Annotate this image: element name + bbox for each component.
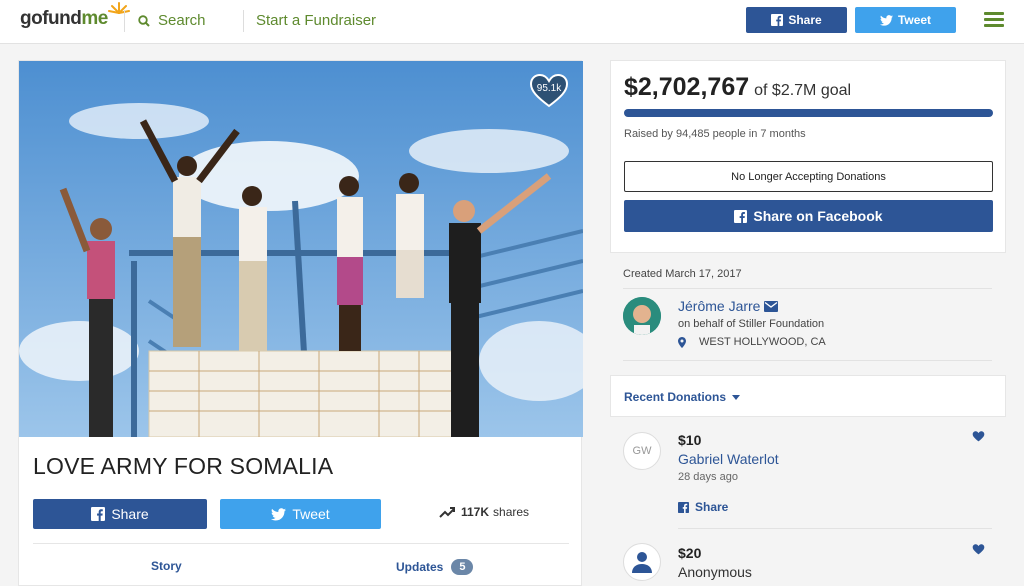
facebook-icon — [678, 501, 689, 513]
campaign-twitter-tweet-button[interactable]: Tweet — [220, 499, 381, 529]
facebook-icon — [734, 209, 748, 223]
created-date: Created March 17, 2017 — [623, 268, 742, 280]
recent-donations-header: Recent Donations — [610, 375, 1006, 417]
anonymous-donor-avatar — [623, 543, 661, 581]
donation-heart-icon[interactable] — [972, 544, 985, 555]
start-fundraiser-link[interactable]: Start a Fundraiser — [256, 12, 376, 29]
progress-bar — [624, 109, 993, 117]
organizer-avatar-image — [623, 297, 661, 335]
donation-time: 28 days ago — [678, 471, 738, 483]
hamburger-menu-icon[interactable] — [984, 12, 1004, 28]
no-longer-accepting-button[interactable]: No Longer Accepting Donations — [624, 161, 993, 192]
organizer-name-link[interactable]: Jérôme Jarre — [678, 298, 779, 314]
shares-count: 117K shares — [439, 505, 529, 519]
header-facebook-share-button[interactable]: Share — [746, 7, 847, 33]
donation-amount: $10 — [678, 432, 702, 448]
donation-heart-icon[interactable] — [972, 431, 985, 442]
donor-name-link[interactable]: Gabriel Waterlot — [678, 451, 779, 467]
tab-updates[interactable]: Updates 5 — [396, 559, 474, 575]
envelope-icon[interactable] — [764, 300, 779, 312]
raised-amount: $2,702,767 — [624, 73, 750, 101]
gofundme-logo[interactable]: gofundme — [20, 2, 130, 30]
share-on-facebook-button[interactable]: Share on Facebook — [624, 200, 993, 232]
twitter-icon — [271, 507, 287, 520]
donation-share-button[interactable]: Share — [678, 500, 728, 514]
donor-avatar: GW — [623, 432, 661, 470]
organizer-beneficiary: on behalf of Stiller Foundation — [678, 318, 825, 330]
donor-name: Anonymous — [678, 564, 752, 580]
funding-card: $2,702,767 of $2.7M goal Raised by 94,48… — [610, 60, 1006, 253]
amount-raised: $2,702,767 of $2.7M goal — [624, 73, 851, 102]
goal-amount: of $2.7M goal — [754, 82, 852, 99]
facebook-icon — [91, 507, 106, 521]
divider — [623, 360, 992, 361]
favorite-heart-button[interactable]: 95.1k — [529, 73, 569, 109]
header-divider — [243, 10, 244, 32]
divider — [33, 543, 569, 544]
updates-count-badge: 5 — [451, 559, 474, 575]
organizer-avatar[interactable] — [623, 297, 661, 335]
search-label: Search — [158, 12, 206, 29]
divider — [678, 528, 992, 529]
campaign-facebook-share-button[interactable]: Share — [33, 499, 207, 529]
organizer-location: WEST HOLLYWOOD, CA — [678, 336, 826, 348]
header-twitter-tweet-button[interactable]: Tweet — [855, 7, 956, 33]
twitter-icon — [879, 14, 893, 26]
location-pin-icon — [678, 336, 686, 348]
facebook-icon — [771, 14, 784, 26]
raised-by-text: Raised by 94,485 people in 7 months — [624, 128, 806, 140]
caret-down-icon — [732, 394, 741, 400]
divider — [623, 288, 992, 289]
recent-donations-dropdown[interactable]: Recent Donations — [624, 390, 741, 404]
heart-count: 95.1k — [536, 83, 562, 94]
search-link[interactable]: Search — [138, 12, 206, 29]
tab-story[interactable]: Story — [151, 559, 182, 573]
header-divider — [124, 10, 125, 32]
campaign-photo-illustration — [19, 61, 583, 437]
logo-sun-icon — [108, 2, 130, 14]
campaign-title: LOVE ARMY FOR SOMALIA — [33, 453, 334, 479]
user-silhouette-icon — [632, 552, 652, 573]
trending-up-icon — [439, 506, 455, 518]
top-header: gofundme Search Start a Fundraiser Share — [0, 0, 1024, 44]
search-icon — [138, 14, 150, 27]
campaign-card: 95.1k LOVE ARMY FOR SOMALIA Share Tweet … — [18, 60, 583, 586]
campaign-photo: 95.1k — [19, 61, 583, 437]
progress-fill — [624, 109, 993, 117]
donation-amount: $20 — [678, 545, 702, 561]
